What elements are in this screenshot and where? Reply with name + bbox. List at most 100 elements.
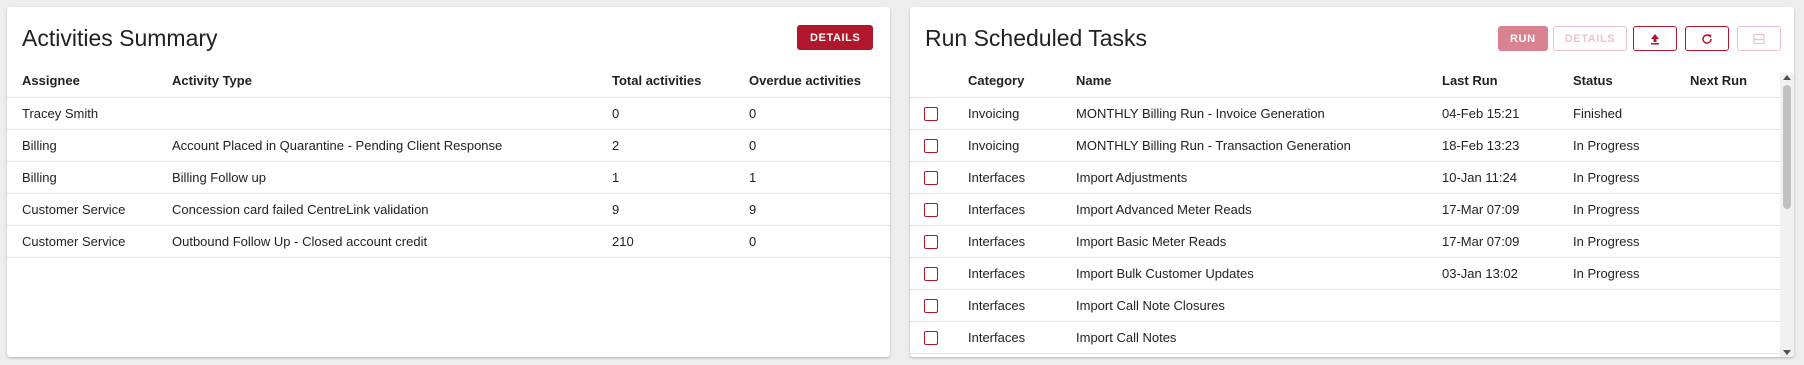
table-row[interactable]: Invoicing MONTHLY Billing Run - Invoice … — [910, 97, 1780, 130]
cell-activity-type: Concession card failed CentreLink valida… — [172, 193, 612, 226]
cell-assignee: Tracey Smith — [7, 97, 172, 130]
table-row[interactable]: Invoicing MONTHLY Billing Run - Transact… — [910, 129, 1780, 162]
cell-status — [1573, 289, 1690, 322]
refresh-icon — [1701, 33, 1713, 45]
table-row[interactable]: Tracey Smith 0 0 — [7, 97, 890, 130]
cell-last-run: 03-Jan 13:02 — [1442, 257, 1573, 290]
cell-total-activities: 2 — [612, 129, 749, 162]
cell-last-run: 17-Mar 07:09 — [1442, 225, 1573, 258]
column-header-activity-type[interactable]: Activity Type — [172, 64, 612, 98]
cell-category: Invoicing — [968, 129, 1076, 162]
table-row[interactable]: Customer Service Concession card failed … — [7, 193, 890, 226]
activities-table: Assignee Activity Type Total activities … — [7, 64, 890, 258]
column-header-last-run[interactable]: Last Run — [1442, 64, 1573, 98]
cell-category: Interfaces — [968, 193, 1076, 226]
panel-toggle-icon — [1753, 33, 1765, 45]
cell-last-run: 17-Mar 07:09 — [1442, 193, 1573, 226]
cell-status: In Progress — [1573, 193, 1690, 226]
row-checkbox[interactable] — [924, 267, 938, 282]
cell-category: Interfaces — [968, 289, 1076, 322]
cell-category: Invoicing — [968, 97, 1076, 130]
column-header-status[interactable]: Status — [1573, 64, 1690, 98]
vertical-scrollbar[interactable] — [1780, 73, 1794, 357]
activities-details-button[interactable]: DETAILS — [797, 25, 874, 50]
row-checkbox[interactable] — [924, 299, 938, 314]
row-checkbox[interactable] — [924, 203, 938, 218]
upload-button[interactable] — [1633, 26, 1677, 51]
cell-last-run — [1442, 321, 1573, 354]
column-header-overdue-activities[interactable]: Overdue activities — [749, 64, 890, 98]
table-row[interactable]: Billing Billing Follow up 1 1 — [7, 161, 890, 194]
cell-assignee: Billing — [7, 129, 172, 162]
column-header-select — [910, 64, 968, 98]
row-checkbox[interactable] — [924, 171, 938, 186]
cell-name: MONTHLY Billing Run - Transaction Genera… — [1076, 129, 1442, 162]
cell-last-run: 10-Jan 11:24 — [1442, 161, 1573, 194]
table-row[interactable]: Interfaces Import Bulk Customer Updates … — [910, 257, 1780, 290]
cell-category: Interfaces — [968, 321, 1076, 354]
refresh-button[interactable] — [1685, 26, 1729, 51]
cell-overdue-activities: 0 — [749, 225, 890, 258]
cell-activity-type: Billing Follow up — [172, 161, 612, 194]
cell-overdue-activities: 1 — [749, 161, 890, 194]
cell-overdue-activities: 9 — [749, 193, 890, 226]
table-row[interactable]: Interfaces Import Advanced Meter Reads 1… — [910, 193, 1780, 226]
cell-activity-type: Outbound Follow Up - Closed account cred… — [172, 225, 612, 258]
cell-assignee: Customer Service — [7, 193, 172, 226]
scroll-up-arrow-icon[interactable] — [1783, 75, 1791, 80]
table-row[interactable]: Interfaces Import Basic Meter Reads 17-M… — [910, 225, 1780, 258]
run-scheduled-tasks-title: Run Scheduled Tasks — [925, 25, 1148, 51]
activities-summary-panel: Activities Summary DETAILS Assignee Acti… — [7, 7, 890, 357]
row-checkbox[interactable] — [924, 331, 938, 346]
row-checkbox[interactable] — [924, 235, 938, 250]
table-header-row: Category Name Last Run Status Next Run — [910, 64, 1780, 98]
scheduled-details-button[interactable]: DETAILS — [1553, 26, 1627, 51]
panel-toggle-button[interactable] — [1737, 26, 1781, 51]
cell-next-run — [1690, 161, 1780, 194]
cell-category: Interfaces — [968, 225, 1076, 258]
table-row[interactable]: Interfaces Import Call Note Closures — [910, 289, 1780, 322]
cell-total-activities: 210 — [612, 225, 749, 258]
cell-activity-type: Account Placed in Quarantine - Pending C… — [172, 129, 612, 162]
scroll-down-arrow-icon[interactable] — [1783, 350, 1791, 355]
table-row[interactable]: Interfaces Import Call Notes — [910, 321, 1780, 354]
table-row[interactable]: Billing Account Placed in Quarantine - P… — [7, 129, 890, 162]
cell-assignee: Billing — [7, 161, 172, 194]
cell-total-activities: 1 — [612, 161, 749, 194]
cell-name: Import Basic Meter Reads — [1076, 225, 1442, 258]
cell-status: In Progress — [1573, 257, 1690, 290]
cell-name: MONTHLY Billing Run - Invoice Generation — [1076, 97, 1442, 130]
cell-overdue-activities: 0 — [749, 97, 890, 130]
cell-overdue-activities: 0 — [749, 129, 890, 162]
cell-name: Import Bulk Customer Updates — [1076, 257, 1442, 290]
column-header-next-run[interactable]: Next Run — [1690, 64, 1780, 98]
cell-category: Interfaces — [968, 257, 1076, 290]
cell-next-run — [1690, 257, 1780, 290]
table-row[interactable]: Interfaces Import Adjustments 10-Jan 11:… — [910, 161, 1780, 194]
table-row[interactable]: Customer Service Outbound Follow Up - Cl… — [7, 225, 890, 258]
row-checkbox[interactable] — [924, 107, 938, 122]
cell-last-run — [1442, 289, 1573, 322]
column-header-name[interactable]: Name — [1076, 64, 1442, 98]
cell-assignee: Customer Service — [7, 225, 172, 258]
scrollbar-thumb[interactable] — [1783, 85, 1791, 209]
table-header-row: Assignee Activity Type Total activities … — [7, 64, 890, 98]
cell-status — [1573, 321, 1690, 354]
cell-next-run — [1690, 225, 1780, 258]
column-header-total-activities[interactable]: Total activities — [612, 64, 749, 98]
cell-name: Import Call Note Closures — [1076, 289, 1442, 322]
column-header-category[interactable]: Category — [968, 64, 1076, 98]
cell-status: In Progress — [1573, 225, 1690, 258]
cell-next-run — [1690, 321, 1780, 354]
cell-name: Import Call Notes — [1076, 321, 1442, 354]
cell-last-run: 18-Feb 13:23 — [1442, 129, 1573, 162]
run-button[interactable]: RUN — [1498, 26, 1548, 51]
row-checkbox[interactable] — [924, 139, 938, 154]
cell-activity-type — [172, 97, 612, 130]
cell-category: Interfaces — [968, 161, 1076, 194]
cell-total-activities: 9 — [612, 193, 749, 226]
cell-last-run: 04-Feb 15:21 — [1442, 97, 1573, 130]
column-header-assignee[interactable]: Assignee — [7, 64, 172, 98]
cell-status: Finished — [1573, 97, 1690, 130]
activities-summary-title: Activities Summary — [22, 25, 218, 51]
